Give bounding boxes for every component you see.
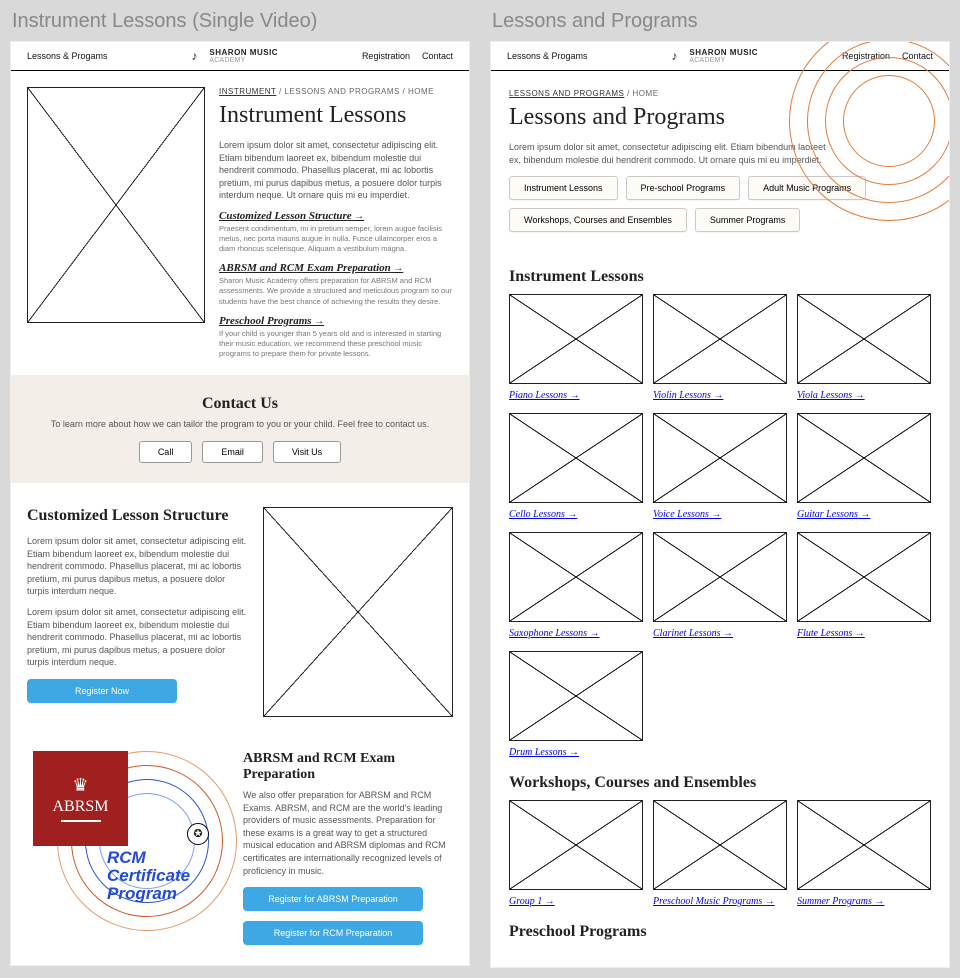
nav-lessons-link[interactable]: Lessons & Progams [27,51,108,61]
card-cello-lessons: Cello Lessons [509,413,643,522]
pill-adult[interactable]: Adult Music Programs [748,176,866,200]
card-image-placeholder [797,532,931,622]
page-lessons-programs: Lessons & Progams SHARON MUSICACADEMY Re… [490,41,950,968]
abrsm-badge: ♛ABRSM [33,751,128,846]
abrsm-art: ♛ABRSM ✪ RCMCertificateProgram [27,751,227,921]
card-link-cello-lessons[interactable]: Cello Lessons [509,509,577,520]
card-link-piano-lessons[interactable]: Piano Lessons [509,390,580,401]
contact-band: Contact Us To learn more about how we ca… [11,375,469,483]
card-image-placeholder [653,532,787,622]
section-instrument-lessons: Instrument Lessons [509,268,931,286]
card-image-placeholder [797,413,931,503]
card-link-saxophone-lessons[interactable]: Saxophone Lessons [509,628,600,639]
card-voice-lessons: Voice Lessons [653,413,787,522]
card-piano-lessons: Piano Lessons [509,294,643,403]
nav-registration-link[interactable]: Registration [362,51,410,61]
contact-title: Contact Us [27,395,453,413]
register-now-button[interactable]: Register Now [27,679,177,703]
card-image-placeholder [797,800,931,890]
card-group-1: Group 1 [509,800,643,909]
card-link-drum-lessons[interactable]: Drum Lessons [509,747,579,758]
card-clarinet-lessons: Clarinet Lessons [653,532,787,641]
brand-logo[interactable]: SHARON MUSICACADEMY [191,48,278,64]
rcm-seal-icon: ✪ [187,823,209,845]
card-preschool-music-programs: Preschool Music Programs [653,800,787,909]
custom-p2: Lorem ipsum dolor sit amet, consectetur … [27,606,247,669]
contact-body: To learn more about how we can tailor th… [27,419,453,429]
visit-button[interactable]: Visit Us [273,441,341,463]
crown-icon: ♛ [72,775,88,796]
register-rcm-button[interactable]: Register for RCM Preparation [243,921,423,945]
card-image-placeholder [509,532,643,622]
card-image-placeholder [797,294,931,384]
card-image-placeholder [509,651,643,741]
card-link-preschool-music-programs[interactable]: Preschool Music Programs [653,896,775,907]
card-image-placeholder [653,800,787,890]
custom-image-placeholder [263,507,453,717]
card-link-violin-lessons[interactable]: Violin Lessons [653,390,723,401]
music-note-icon [191,49,205,63]
card-flute-lessons: Flute Lessons [797,532,931,641]
card-saxophone-lessons: Saxophone Lessons [509,532,643,641]
card-viola-lessons: Viola Lessons [797,294,931,403]
card-image-placeholder [509,413,643,503]
card-summer-programs: Summer Programs [797,800,931,909]
music-note-icon [671,49,685,63]
column-title-left: Instrument Lessons (Single Video) [12,10,470,33]
page-title: Instrument Lessons [219,102,453,129]
column-title-right: Lessons and Programs [492,10,950,33]
crumb-lessons-programs[interactable]: LESSONS AND PROGRAMS [509,89,624,98]
card-link-guitar-lessons[interactable]: Guitar Lessons [797,509,870,520]
intro-paragraph: Lorem ipsum dolor sit amet, consectetur … [509,141,839,166]
abrsm-body: We also offer preparation for ABRSM and … [243,789,453,877]
crumb-instrument[interactable]: INSTRUMENT [219,87,276,96]
pill-summer[interactable]: Summer Programs [695,208,801,232]
filter-pills: Instrument Lessons Pre-school Programs A… [509,176,931,232]
link-custom-lessons[interactable]: Customized Lesson Structure [219,210,453,222]
top-nav: Lessons & Progams SHARON MUSICACADEMY Re… [491,42,949,71]
sub2-body: Sharon Music Academy offers preparation … [219,276,453,306]
card-image-placeholder [509,294,643,384]
nav-lessons-link[interactable]: Lessons & Progams [507,51,588,61]
brand-logo[interactable]: SHARON MUSICACADEMY [671,48,758,64]
pill-instrument-lessons[interactable]: Instrument Lessons [509,176,618,200]
intro-paragraph: Lorem ipsum dolor sit amet, consectetur … [219,139,453,202]
breadcrumb: LESSONS AND PROGRAMS / HOME [509,89,931,98]
call-button[interactable]: Call [139,441,193,463]
card-image-placeholder [653,413,787,503]
card-image-placeholder [653,294,787,384]
link-preschool[interactable]: Preschool Programs [219,315,453,327]
nav-contact-link[interactable]: Contact [902,51,933,61]
nav-registration-link[interactable]: Registration [842,51,890,61]
card-link-summer-programs[interactable]: Summer Programs [797,896,884,907]
section-workshops: Workshops, Courses and Ensembles [509,774,931,792]
register-abrsm-button[interactable]: Register for ABRSM Preparation [243,887,423,911]
breadcrumb: INSTRUMENT / LESSONS AND PROGRAMS / HOME [219,87,453,96]
hero-image-placeholder [27,87,205,323]
rcm-text: RCMCertificateProgram [107,849,190,903]
card-link-clarinet-lessons[interactable]: Clarinet Lessons [653,628,733,639]
nav-contact-link[interactable]: Contact [422,51,453,61]
page-instrument-lessons: Lessons & Progams SHARON MUSICACADEMY Re… [10,41,470,966]
custom-p1: Lorem ipsum dolor sit amet, consectetur … [27,535,247,598]
card-guitar-lessons: Guitar Lessons [797,413,931,522]
top-nav: Lessons & Progams SHARON MUSICACADEMY Re… [11,42,469,71]
page-title: Lessons and Programs [509,104,931,131]
sub1-body: Praesent condimentum, mi in pretium semp… [219,224,453,254]
pill-preschool[interactable]: Pre-school Programs [626,176,741,200]
card-link-group-1[interactable]: Group 1 [509,896,555,907]
abrsm-title: ABRSM and RCM Exam Preparation [243,751,453,783]
card-link-flute-lessons[interactable]: Flute Lessons [797,628,865,639]
pill-workshops[interactable]: Workshops, Courses and Ensembles [509,208,687,232]
email-button[interactable]: Email [202,441,263,463]
link-abrsm-prep[interactable]: ABRSM and RCM Exam Preparation [219,262,453,274]
custom-structure-title: Customized Lesson Structure [27,507,247,525]
card-link-viola-lessons[interactable]: Viola Lessons [797,390,865,401]
card-link-voice-lessons[interactable]: Voice Lessons [653,509,721,520]
sub3-body: If your child is younger than 5 years ol… [219,329,453,359]
card-drum-lessons: Drum Lessons [509,651,643,760]
card-image-placeholder [509,800,643,890]
card-violin-lessons: Violin Lessons [653,294,787,403]
